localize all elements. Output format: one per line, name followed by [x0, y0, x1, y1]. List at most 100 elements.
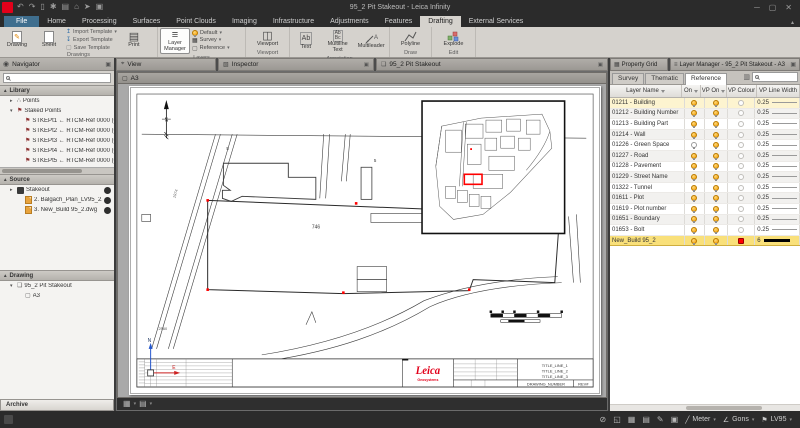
drawing-button[interactable]: ✎ Drawing — [2, 28, 32, 51]
vp-on-cell[interactable] — [705, 172, 729, 182]
bulb-on-icon[interactable] — [691, 163, 697, 169]
on-cell[interactable] — [685, 225, 705, 235]
vp-line-width-cell[interactable]: 0.25 — [755, 193, 800, 203]
vp-on-cell[interactable] — [705, 215, 729, 225]
column-vp-colour[interactable]: VP Colour — [727, 85, 757, 97]
layer-search-input[interactable] — [752, 72, 798, 82]
vp-colour-cell[interactable] — [728, 119, 755, 129]
export-icon[interactable]: ➤ — [84, 2, 91, 12]
bulb-on-icon[interactable] — [713, 132, 719, 138]
colour-swatch-empty[interactable] — [738, 163, 744, 169]
grid-icon[interactable]: ▦ — [628, 415, 636, 424]
pin-icon[interactable]: ▣ — [105, 61, 111, 68]
column-on[interactable]: On — [682, 85, 701, 97]
layer-row[interactable]: New_Build 95_26 — [610, 236, 800, 247]
library-item[interactable]: ⚑STKEPt3 ← RTCM-Ref 0000 (07/10 — [0, 136, 114, 146]
ribbon-tab-drafting[interactable]: Drafting — [420, 16, 461, 27]
vp-on-cell[interactable] — [705, 162, 729, 172]
bin-icon[interactable]: ▣ — [671, 415, 679, 424]
bulb-on-icon[interactable] — [691, 121, 697, 127]
angle-units-select[interactable]: ∠ Gons ▾ — [723, 416, 755, 424]
colour-swatch-empty[interactable] — [738, 174, 744, 180]
bulb-on-icon[interactable] — [691, 174, 697, 180]
vp-colour-cell[interactable] — [728, 130, 755, 140]
layer-row[interactable]: 01214 - Wall0.25 — [610, 130, 800, 141]
pin-icon[interactable]: ▣ — [364, 62, 369, 68]
colour-swatch-empty[interactable] — [738, 121, 744, 127]
ribbon-tab-point-clouds[interactable]: Point Clouds — [168, 16, 224, 27]
bulb-on-icon[interactable] — [713, 153, 719, 159]
text-button[interactable]: Ab Text — [292, 28, 320, 55]
layer-table-hscrollbar[interactable] — [610, 404, 800, 411]
bulb-on-icon[interactable] — [691, 100, 697, 106]
minimize-button[interactable]: ─ — [754, 3, 760, 12]
filter-funnel-icon[interactable] — [721, 90, 725, 93]
tab-inspector[interactable]: ▧ Inspector ▣ — [218, 58, 374, 71]
export-template-button[interactable]: ↧ Export Template — [66, 36, 117, 43]
layer-row[interactable]: 01226 - Green Space0.25 — [610, 140, 800, 151]
colour-swatch-empty[interactable] — [738, 185, 744, 191]
on-cell[interactable] — [685, 151, 705, 161]
layer-row[interactable]: 01211 - Building0.25 — [610, 98, 800, 109]
layer-row[interactable]: 01212 - Building Number0.25 — [610, 109, 800, 120]
chevron-down-icon[interactable]: ▾ — [134, 401, 137, 407]
colour-swatch-empty[interactable] — [738, 100, 744, 106]
settings-gear-icon[interactable]: ✱ — [50, 2, 57, 12]
vp-on-cell[interactable] — [705, 225, 729, 235]
column-vp-line-width[interactable]: VP Line Width — [757, 85, 800, 97]
on-cell[interactable] — [685, 215, 705, 225]
vp-colour-cell[interactable] — [728, 151, 755, 161]
vp-colour-cell[interactable] — [728, 172, 755, 182]
subtab-survey[interactable]: Survey — [612, 73, 644, 84]
vp-on-cell[interactable] — [705, 236, 729, 246]
bulb-on-icon[interactable] — [713, 174, 719, 180]
explode-button[interactable]: Explode — [439, 28, 469, 49]
pin-icon[interactable]: ▣ — [790, 61, 796, 68]
chevron-down-icon[interactable]: ▾ — [150, 401, 153, 407]
crs-select[interactable]: ⚑ LV95 ▾ — [761, 416, 792, 424]
vp-on-cell[interactable] — [705, 109, 729, 119]
vp-colour-cell[interactable] — [728, 215, 755, 225]
bulb-on-icon[interactable] — [713, 195, 719, 201]
units-select[interactable]: ╱ Meter ▾ — [685, 416, 716, 424]
on-cell[interactable] — [685, 130, 705, 140]
vp-on-cell[interactable] — [705, 98, 729, 108]
bulb-on-icon[interactable] — [691, 132, 697, 138]
vp-line-width-cell[interactable]: 0.25 — [755, 119, 800, 129]
multiline-text-button[interactable]: AbBc Multiline Text — [322, 28, 354, 55]
colour-swatch-empty[interactable] — [738, 227, 744, 233]
vp-line-width-cell[interactable]: 0.25 — [755, 151, 800, 161]
filter-funnel-icon[interactable] — [694, 90, 698, 93]
column-layer-name[interactable]: Layer Name — [610, 85, 682, 97]
import-template-button[interactable]: ↥ Import Template▾ — [66, 28, 117, 35]
zoom-region-icon[interactable]: ◱ — [613, 415, 621, 424]
layout-grid-icon[interactable]: ▥ — [743, 73, 750, 81]
bulb-on-icon[interactable] — [713, 216, 719, 222]
sheet-button[interactable]: Sheet — [34, 28, 64, 51]
grid-view-icon[interactable]: ▦ — [123, 400, 131, 408]
library-item[interactable]: ▾⚑Staked Points — [0, 106, 114, 116]
vp-colour-cell[interactable] — [728, 183, 755, 193]
ribbon-tab-surfaces[interactable]: Surfaces — [125, 16, 169, 27]
vp-colour-cell[interactable] — [728, 98, 755, 108]
layer-survey-select[interactable]: ▦ Survey▾ — [192, 37, 230, 44]
ribbon-tab-home[interactable]: Home — [39, 16, 74, 27]
drawing-item[interactable]: ▾❏95_2 Pit Stakeout — [0, 281, 114, 291]
redo-icon[interactable]: ↷ — [29, 2, 36, 12]
colour-swatch-empty[interactable] — [738, 110, 744, 116]
vp-colour-cell[interactable] — [728, 225, 755, 235]
print-preview-icon[interactable]: ▤ — [139, 400, 147, 408]
layers-icon[interactable]: ▤ — [642, 415, 650, 424]
layer-row[interactable]: 01229 - Street Name0.25 — [610, 172, 800, 183]
library-hscrollbar[interactable] — [0, 167, 114, 174]
bulb-on-icon[interactable] — [691, 185, 697, 191]
layer-default-select[interactable]: Default▾ — [192, 30, 230, 36]
multileader-button[interactable]: A Multileader — [355, 28, 387, 55]
section-source[interactable]: ▴ Source — [0, 174, 114, 185]
bulb-on-icon[interactable] — [713, 163, 719, 169]
ribbon-tab-external-services[interactable]: External Services — [461, 16, 531, 27]
vp-colour-cell[interactable] — [728, 236, 755, 246]
vp-line-width-cell[interactable]: 0.25 — [755, 215, 800, 225]
on-cell[interactable] — [685, 236, 705, 246]
vp-colour-cell[interactable] — [728, 204, 755, 214]
